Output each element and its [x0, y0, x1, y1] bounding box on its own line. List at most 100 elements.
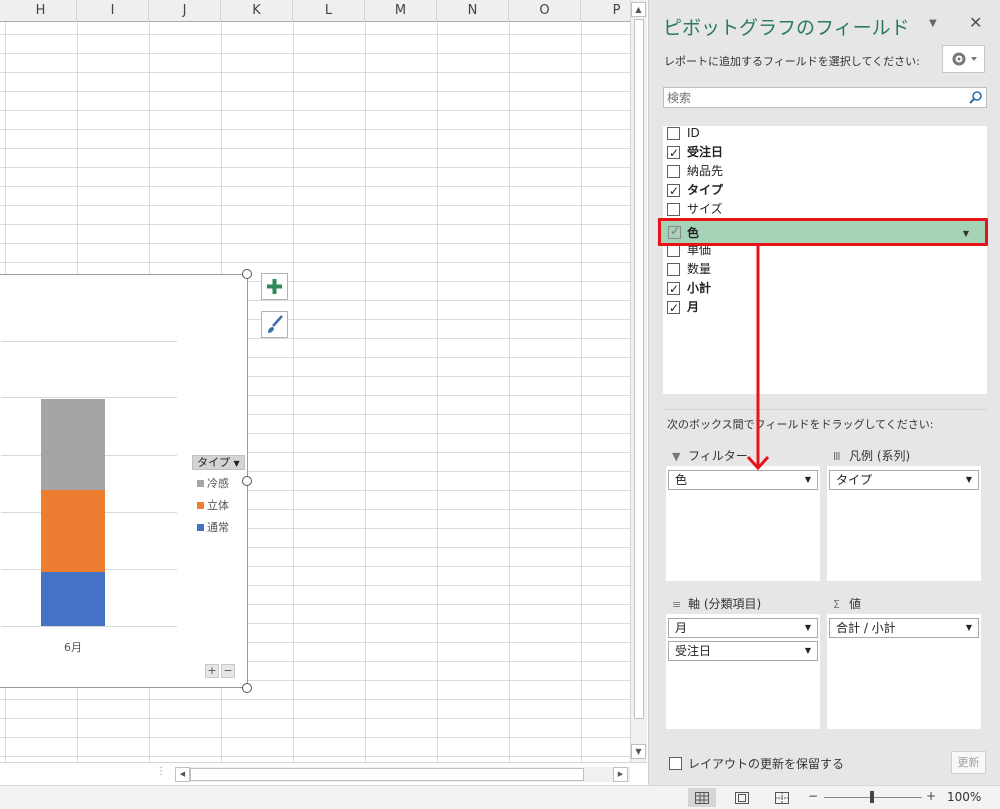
filter-icon: ▼	[672, 450, 681, 463]
checkbox[interactable]	[667, 144, 680, 162]
search-input[interactable]	[664, 88, 954, 107]
chevron-down-icon[interactable]: ▼	[963, 229, 969, 238]
pill-label: 受注日	[675, 644, 712, 658]
collapse-field-button[interactable]: −	[221, 664, 235, 678]
gridline	[1, 626, 177, 627]
scroll-up-button[interactable]: ▲	[631, 2, 646, 17]
page-break-view-button[interactable]	[768, 788, 796, 807]
column-header-l[interactable]: L	[293, 0, 365, 22]
drop-zone[interactable]: 色 ▼	[666, 466, 820, 581]
brush-icon	[268, 315, 283, 333]
column-header-o[interactable]: O	[509, 0, 581, 22]
bar-segment-rittai[interactable]	[41, 489, 105, 572]
area-title: ≡ 軸 (分類項目)	[672, 595, 761, 612]
update-button[interactable]: 更新	[951, 751, 986, 774]
area-field-pill[interactable]: タイプ ▼	[829, 470, 979, 490]
zoom-slider-thumb[interactable]	[870, 791, 874, 803]
checkbox[interactable]	[667, 165, 680, 178]
column-header-n[interactable]: N	[437, 0, 509, 22]
grid-icon	[695, 792, 709, 804]
close-icon[interactable]: ✕	[969, 13, 982, 32]
column-header-p[interactable]: P	[581, 0, 630, 22]
chart-styles-button[interactable]	[261, 311, 288, 338]
pill-label: タイプ	[836, 473, 873, 487]
field-item-subtotal[interactable]: 小計	[665, 279, 985, 298]
chart-elements-button[interactable]	[261, 273, 288, 300]
defer-update-checkbox[interactable]	[669, 757, 682, 770]
category-label: 6月	[64, 641, 82, 654]
area-field-pill[interactable]: 色 ▼	[668, 470, 818, 490]
search-icon[interactable]	[968, 90, 983, 105]
column-header-m[interactable]: M	[365, 0, 437, 22]
area-label: 軸 (分類項目)	[688, 597, 762, 611]
scroll-left-button[interactable]: ◀	[175, 767, 190, 782]
scroll-right-button[interactable]: ▶	[613, 767, 628, 782]
drop-zone[interactable]: 月 ▼ 受注日 ▼	[666, 614, 820, 729]
area-field-pill[interactable]: 合計 / 小計 ▼	[829, 618, 979, 638]
column-header-i[interactable]: I	[77, 0, 149, 22]
sigma-icon: Σ	[833, 598, 840, 611]
chevron-down-icon[interactable]: ▼	[929, 18, 937, 29]
checkbox[interactable]	[667, 127, 680, 140]
field-item-size[interactable]: サイズ	[665, 200, 985, 218]
field-item-destination[interactable]: 納品先	[665, 162, 985, 180]
area-field-pill[interactable]: 月 ▼	[668, 618, 818, 638]
area-label: 値	[849, 597, 862, 611]
checkbox[interactable]	[667, 203, 680, 216]
normal-view-button[interactable]	[688, 788, 716, 807]
chevron-down-icon: ▼	[804, 646, 811, 655]
expand-field-button[interactable]: +	[205, 664, 219, 678]
pane-title: ピボットグラフのフィールド	[663, 17, 910, 39]
field-label: サイズ	[687, 202, 723, 216]
field-item-quantity[interactable]: 数量	[665, 260, 985, 278]
pane-instructions: レポートに追加するフィールドを選択してください:	[664, 55, 920, 68]
horizontal-scrollbar[interactable]: ◀ ▶	[175, 767, 630, 782]
field-item-order-date[interactable]: 受注日	[665, 143, 985, 162]
chevron-down-icon: ▼	[804, 475, 811, 484]
plus-icon	[267, 279, 282, 294]
page-layout-view-button[interactable]	[728, 788, 756, 807]
resize-handle[interactable]	[242, 683, 252, 693]
field-item-type[interactable]: タイプ	[665, 181, 985, 200]
legend-item-reikan: 冷感	[197, 475, 229, 491]
checkbox[interactable]	[667, 263, 680, 276]
zoom-level[interactable]: 100%	[947, 790, 981, 804]
scroll-thumb[interactable]	[190, 768, 584, 781]
field-item-month[interactable]: 月	[665, 298, 985, 317]
zoom-in-button[interactable]: +	[926, 789, 936, 803]
checkbox[interactable]	[667, 299, 680, 317]
legend-filter-button[interactable]: タイプ ▼	[192, 455, 245, 470]
field-item-color-highlighted[interactable]: 色 ▼	[658, 218, 988, 246]
tools-button[interactable]	[942, 45, 985, 73]
scroll-thumb[interactable]	[634, 19, 644, 719]
field-label: 月	[687, 300, 700, 314]
resize-handle[interactable]	[242, 269, 252, 279]
divider	[663, 409, 987, 410]
chevron-down-icon: ▼	[965, 623, 972, 632]
field-label: 小計	[687, 281, 712, 295]
legend-item-tsujo: 通常	[197, 519, 229, 535]
field-label: タイプ	[687, 183, 724, 197]
column-header-k[interactable]: K	[221, 0, 293, 22]
checkbox[interactable]	[667, 182, 680, 200]
pivot-chart[interactable]: 6月 タイプ ▼ 冷感 立体 通常 + −	[0, 269, 252, 693]
column-header-h[interactable]: H	[5, 0, 77, 22]
search-box[interactable]	[663, 87, 987, 108]
drop-zone[interactable]: タイプ ▼	[827, 466, 981, 581]
bar-segment-tsujo[interactable]	[41, 571, 105, 626]
checkbox[interactable]	[667, 280, 680, 298]
legend-label: 冷感	[207, 477, 229, 490]
field-item-id[interactable]: ID	[665, 124, 985, 142]
scroll-down-button[interactable]: ▼	[631, 744, 646, 759]
column-header-j[interactable]: J	[149, 0, 221, 22]
checkbox[interactable]	[668, 224, 681, 239]
bar-segment-reikan[interactable]	[41, 399, 105, 490]
drop-zone[interactable]: 合計 / 小計 ▼	[827, 614, 981, 729]
zoom-out-button[interactable]: −	[808, 789, 818, 803]
vertical-scrollbar[interactable]: ▲ ▼	[630, 0, 647, 762]
resize-handle[interactable]	[242, 476, 252, 486]
page-layout-icon	[735, 792, 749, 804]
area-label: フィルター	[688, 449, 748, 463]
area-field-pill[interactable]: 受注日 ▼	[668, 641, 818, 661]
splitter-icon[interactable]: ⋮	[156, 766, 166, 777]
